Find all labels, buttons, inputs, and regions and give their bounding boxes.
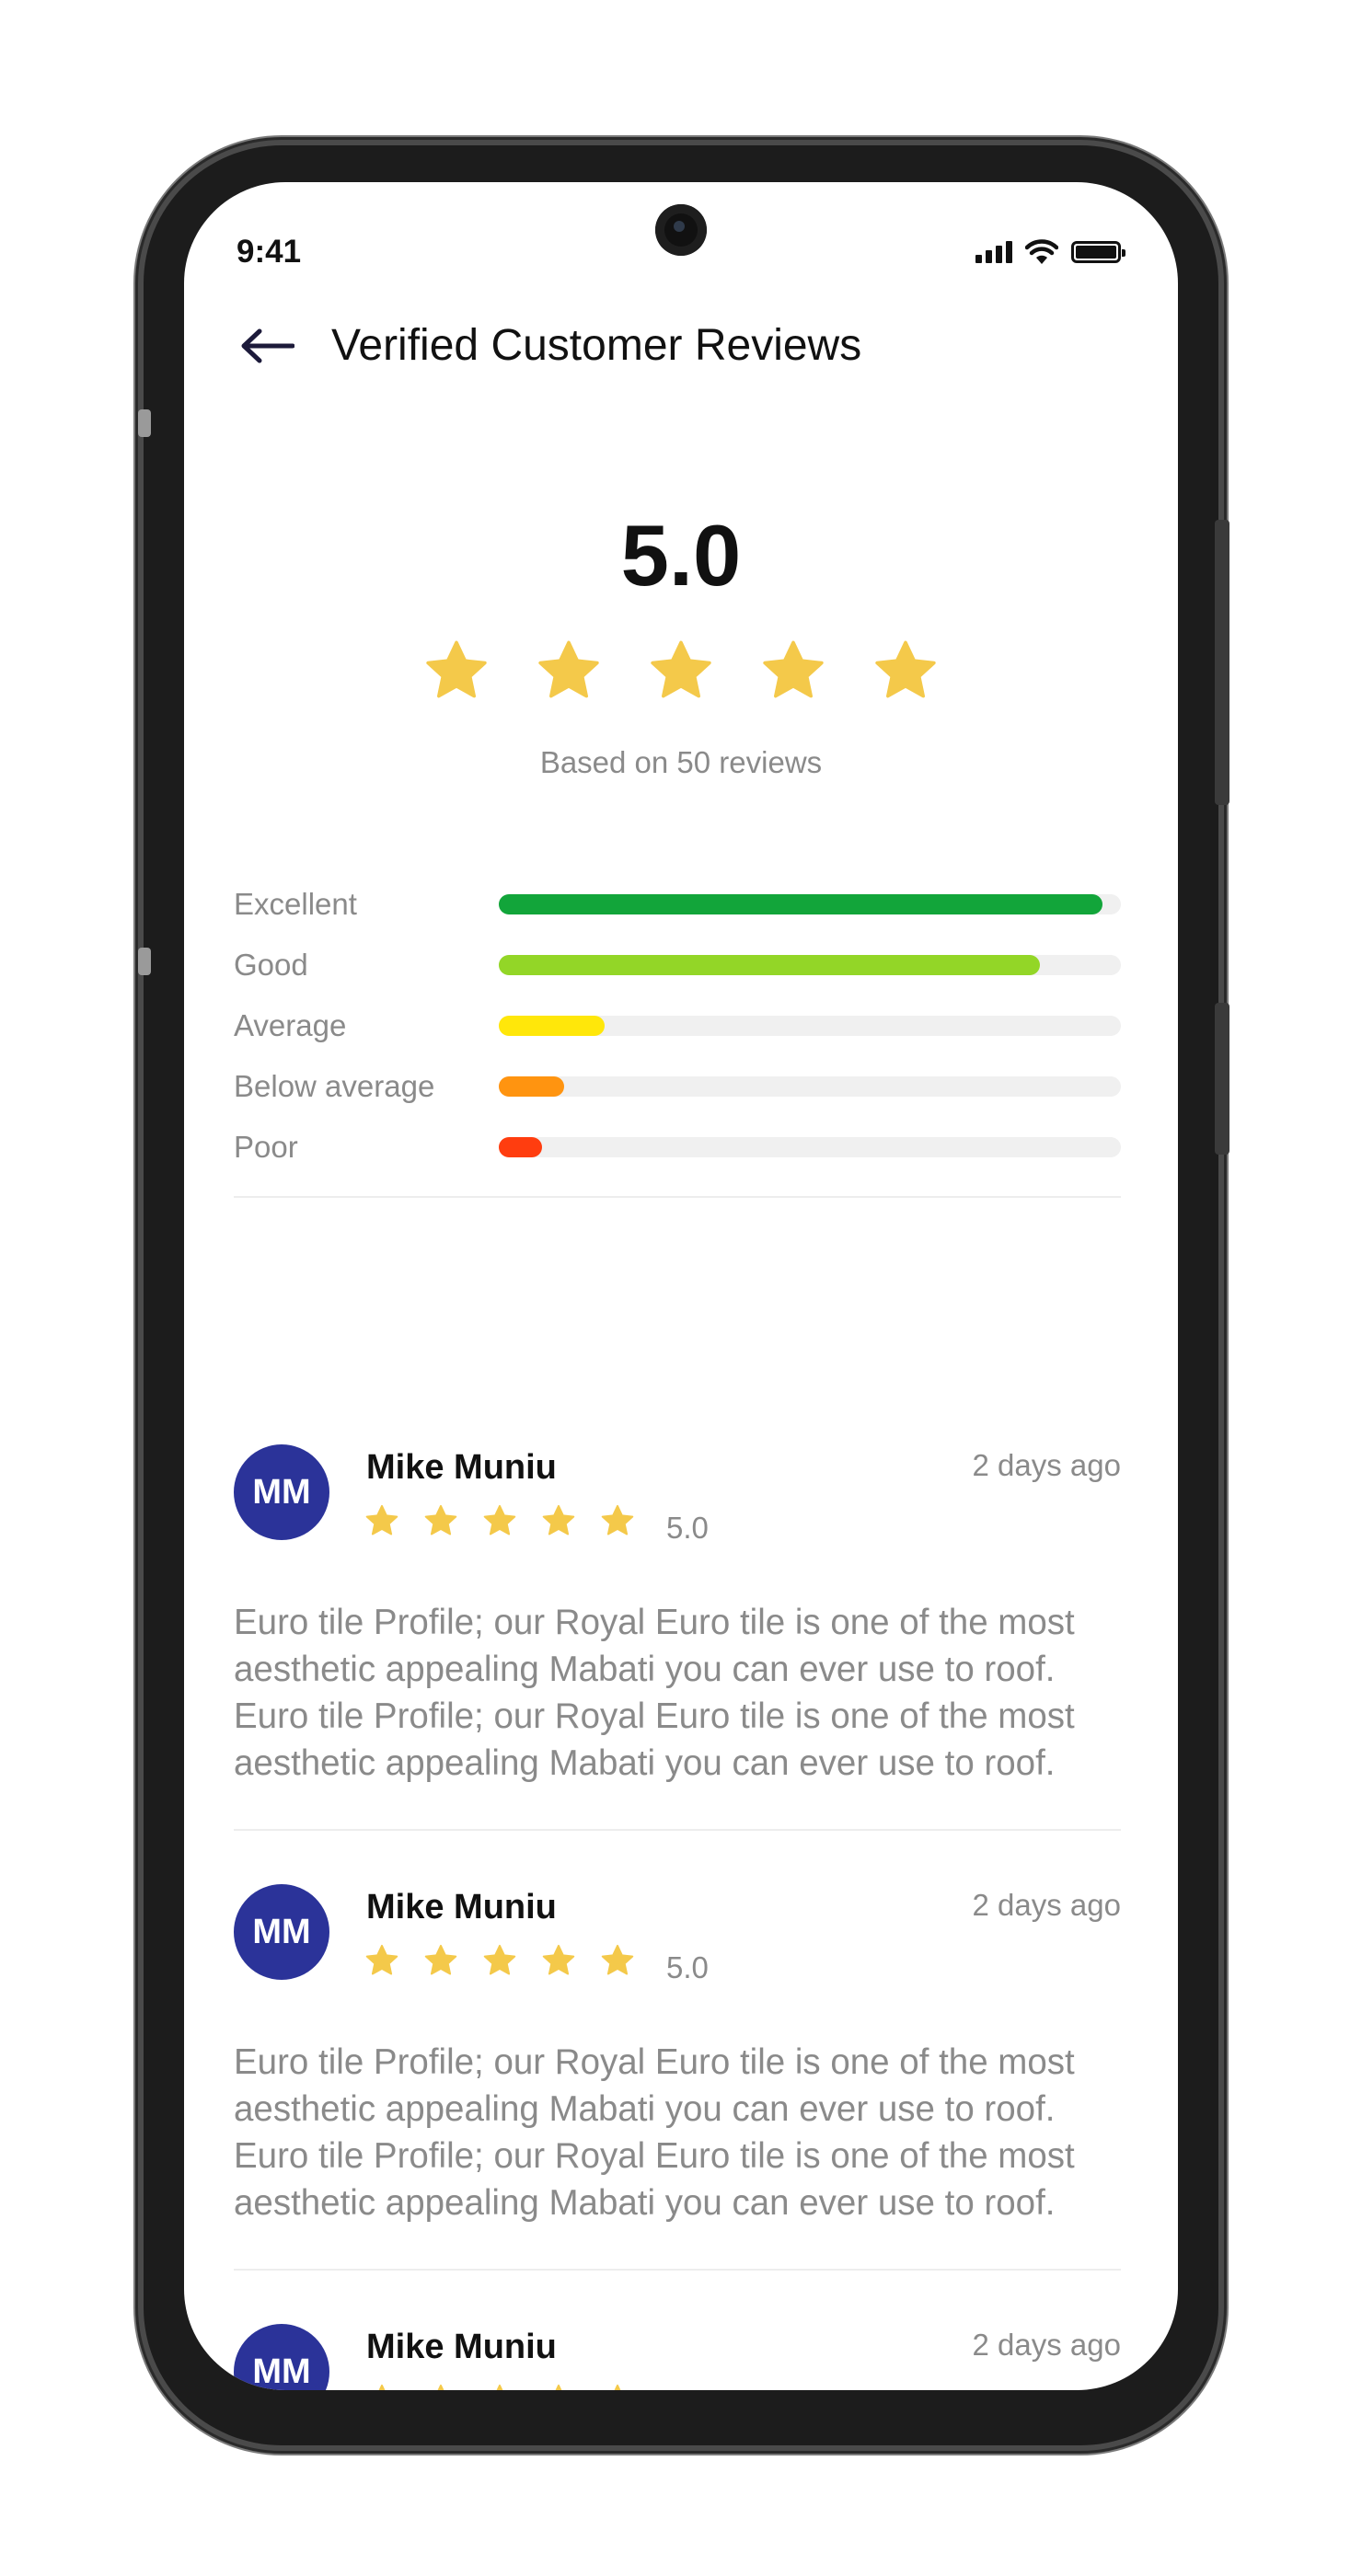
star-icon (424, 1944, 457, 1975)
divider (234, 1196, 1121, 1198)
reviewer-name: Mike Muniu (366, 2328, 557, 2366)
app-header: Verified Customer Reviews (239, 320, 861, 371)
star-icon (496, 2384, 503, 2390)
star-icon (365, 1504, 398, 1535)
distribution-bar-fill (499, 894, 1102, 914)
distribution-row: Below average (234, 1056, 1121, 1117)
star-icon (378, 2384, 386, 2390)
status-time: 9:41 (237, 234, 302, 270)
review-score: 5.0 (666, 1950, 709, 1984)
back-arrow-icon[interactable] (239, 328, 294, 364)
review-stars (364, 1503, 635, 1538)
distribution-bar-track (499, 1016, 1121, 1036)
star-icon (651, 640, 711, 698)
star-icon (875, 640, 936, 698)
review-text: Euro tile Profile; our Royal Euro tile i… (234, 1603, 1075, 1783)
front-camera (655, 204, 707, 256)
review-card: MMMike Muniu2 days ago5.0Euro tile Profi… (234, 2324, 1121, 2390)
reviewer-name: Mike Muniu (366, 1888, 557, 1926)
distribution-row: Poor (234, 1117, 1121, 1178)
star-icon (555, 2384, 562, 2390)
review-time: 2 days ago (972, 2328, 1121, 2362)
reviewer-name: Mike Muniu (366, 1448, 557, 1487)
review-stars (364, 1943, 635, 1978)
distribution-label: Below average (234, 1069, 435, 1103)
star-icon (542, 1504, 575, 1535)
battery-icon (1071, 241, 1125, 263)
distribution-label: Poor (234, 1130, 298, 1164)
distribution-label: Excellent (234, 887, 357, 921)
star-icon (483, 1944, 516, 1975)
star-icon (614, 2384, 621, 2390)
star-icon (426, 640, 487, 698)
average-stars (184, 638, 1178, 704)
distribution-bar-track (499, 1137, 1121, 1157)
star-icon (483, 1504, 516, 1535)
distribution-row: Average (234, 995, 1121, 1056)
review-card: MM Mike Muniu 2 days ago 5.0 Euro tile Profi… (234, 1884, 1121, 2234)
review-text: Euro tile Profile; our Royal Euro tile i… (234, 2042, 1075, 2223)
wifi-icon (1025, 239, 1058, 264)
star-icon (424, 1504, 457, 1535)
star-icon (763, 640, 824, 698)
review-card: MM Mike Muniu 2 days ago 5.0 Euro tile Profi… (234, 1444, 1121, 1794)
phone-screen: 9:41 Verified Customer Reviews 5.0 Based… (184, 182, 1178, 2390)
review-time: 2 days ago (972, 1888, 1121, 1922)
antenna-band (138, 409, 151, 437)
distribution-bar-fill (499, 955, 1041, 975)
divider (234, 2269, 1121, 2271)
distribution-row: Excellent (234, 874, 1121, 935)
star-icon (601, 1504, 634, 1535)
distribution-bar-fill (499, 1016, 605, 1036)
rating-distribution: Excellent Good Average Below average Poor (234, 874, 1121, 1178)
cellular-signal-icon (975, 241, 1012, 263)
distribution-label: Average (234, 1008, 347, 1042)
star-icon (437, 2384, 444, 2390)
review-count: Based on 50 reviews (539, 745, 823, 779)
distribution-bar-track (499, 894, 1121, 914)
review-score: 5.0 (666, 1511, 709, 1545)
power-button (1215, 520, 1229, 805)
antenna-band (138, 948, 151, 975)
avatar: MM (234, 1884, 329, 1980)
status-icons (975, 239, 1125, 265)
avatar: MM (234, 1444, 329, 1540)
avatar: MM (234, 2324, 329, 2390)
star-icon (538, 640, 599, 698)
page-title: Verified Customer Reviews (331, 321, 862, 370)
distribution-bar-track (499, 955, 1121, 975)
volume-button (1215, 1003, 1229, 1155)
divider (234, 1829, 1121, 1831)
distribution-bar-fill (499, 1076, 564, 1097)
distribution-bar-fill (499, 1137, 543, 1157)
star-icon (365, 1944, 398, 1975)
star-icon (601, 1944, 634, 1975)
star-icon (542, 1944, 575, 1975)
distribution-row: Good (234, 935, 1121, 995)
distribution-bar-track (499, 1076, 1121, 1097)
review-time: 2 days ago (972, 1448, 1121, 1482)
distribution-label: Good (234, 948, 308, 982)
average-rating: 5.0 (620, 507, 742, 604)
review-stars (364, 2383, 635, 2390)
